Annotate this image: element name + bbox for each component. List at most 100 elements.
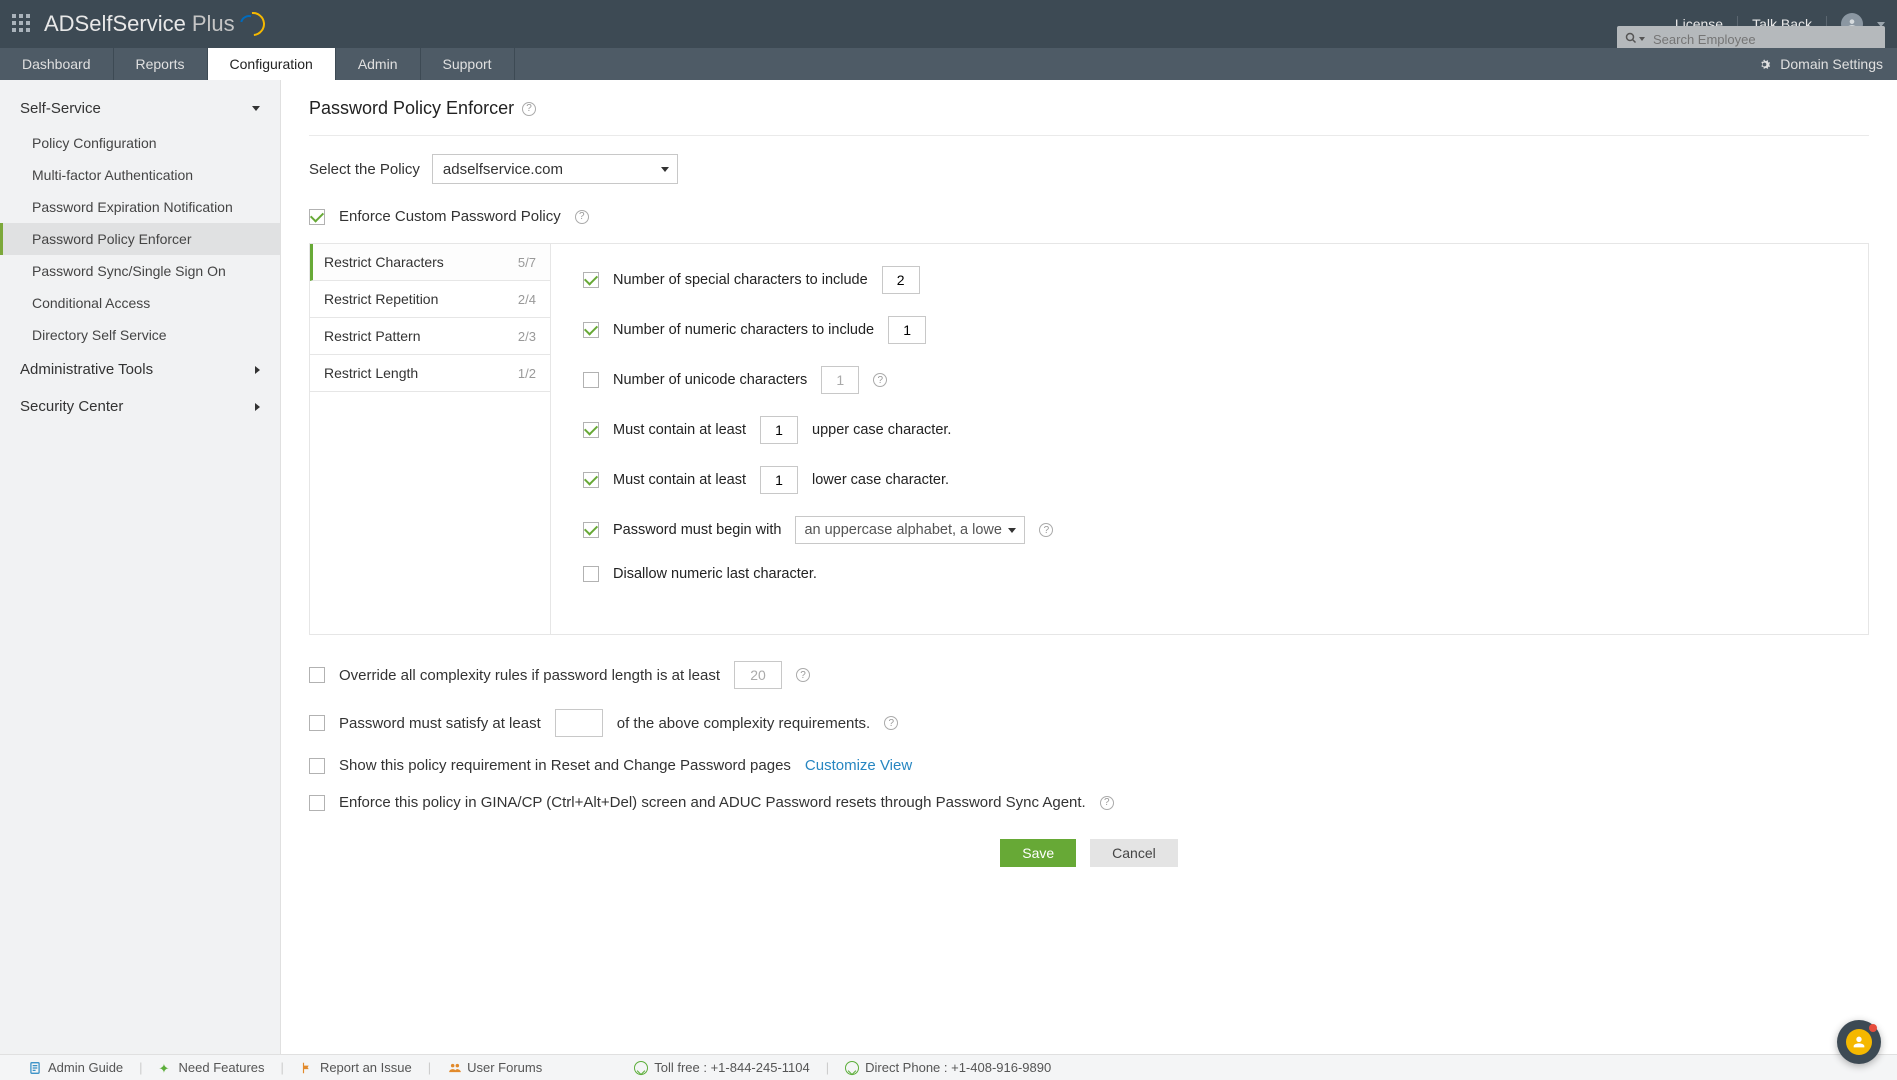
footer-admin-guide[interactable]: Admin Guide [18, 1060, 133, 1075]
sidebar-item-pwd-sync[interactable]: Password Sync/Single Sign On [0, 255, 280, 287]
save-button[interactable]: Save [1000, 839, 1076, 867]
vtab-restrict-length[interactable]: Restrict Length 1/2 [310, 355, 550, 392]
enforce-checkbox[interactable] [309, 209, 325, 225]
chk-special[interactable] [583, 272, 599, 288]
brand-plus: Plus [192, 11, 235, 37]
tab-support[interactable]: Support [421, 48, 515, 80]
help-icon[interactable]: ? [575, 210, 589, 224]
footer-report-issue[interactable]: Report an Issue [290, 1060, 422, 1075]
footer-tollfree: Toll free : +1-844-245-1104 [624, 1060, 820, 1075]
enforce-row: Enforce Custom Password Policy ? [309, 208, 1869, 225]
tab-admin[interactable]: Admin [336, 48, 421, 80]
doc-icon [28, 1061, 42, 1075]
help-icon[interactable]: ? [873, 373, 887, 387]
main-nav: Dashboard Reports Configuration Admin Su… [0, 48, 1897, 80]
select-policy-label: Select the Policy [309, 161, 420, 178]
chk-lower[interactable] [583, 472, 599, 488]
caret-right-icon [255, 366, 260, 374]
label-lower-pre: Must contain at least [613, 472, 746, 488]
input-override[interactable] [734, 661, 782, 689]
help-icon[interactable]: ? [884, 716, 898, 730]
search-scope-caret-icon[interactable] [1639, 37, 1645, 41]
topbar: ADSelfService Plus License Talk Back [0, 0, 1897, 48]
vtab-restrict-chars[interactable]: Restrict Characters 5/7 [310, 244, 550, 281]
begin-select[interactable]: an uppercase alphabet, a lowe [795, 516, 1025, 544]
sidebar-item-policy-config[interactable]: Policy Configuration [0, 127, 280, 159]
chk-unicode[interactable] [583, 372, 599, 388]
sidebar-item-conditional-access[interactable]: Conditional Access [0, 287, 280, 319]
enforce-label: Enforce Custom Password Policy [339, 208, 561, 225]
sidebar: Self-Service Policy Configuration Multi-… [0, 80, 281, 1054]
input-lower[interactable] [760, 466, 798, 494]
input-numeric[interactable] [888, 316, 926, 344]
phone-icon [845, 1061, 859, 1075]
vertical-tabs: Restrict Characters 5/7 Restrict Repetit… [310, 244, 551, 634]
chat-button[interactable] [1837, 1020, 1881, 1064]
customize-view-link[interactable]: Customize View [805, 757, 912, 774]
help-icon[interactable]: ? [522, 102, 536, 116]
chk-show-policy[interactable] [309, 758, 325, 774]
help-icon[interactable]: ? [1100, 796, 1114, 810]
vtab-restrict-pattern[interactable]: Restrict Pattern 2/3 [310, 318, 550, 355]
label-upper-pre: Must contain at least [613, 422, 746, 438]
sparkle-icon: ✦ [159, 1061, 173, 1075]
flag-icon [300, 1061, 314, 1075]
help-icon[interactable]: ? [796, 668, 810, 682]
chk-numeric[interactable] [583, 322, 599, 338]
footer-direct-phone: Direct Phone : +1-408-916-9890 [835, 1060, 1061, 1075]
label-satisfy-post: of the above complexity requirements. [617, 715, 870, 732]
sidebar-head-admin-tools[interactable]: Administrative Tools [0, 351, 280, 388]
input-satisfy[interactable] [555, 709, 603, 737]
restriction-panel: Restrict Characters 5/7 Restrict Repetit… [309, 243, 1869, 635]
chk-begin[interactable] [583, 522, 599, 538]
label-lower-post: lower case character. [812, 472, 949, 488]
chat-avatar-icon [1846, 1029, 1872, 1055]
input-upper[interactable] [760, 416, 798, 444]
policy-selected-value: adselfservice.com [443, 161, 563, 178]
tab-reports[interactable]: Reports [114, 48, 208, 80]
chk-upper[interactable] [583, 422, 599, 438]
begin-value: an uppercase alphabet, a lowe [804, 522, 1002, 538]
policy-select-row: Select the Policy adselfservice.com [309, 154, 1869, 184]
sidebar-item-directory-self-service[interactable]: Directory Self Service [0, 319, 280, 351]
caret-right-icon [255, 403, 260, 411]
cancel-button[interactable]: Cancel [1090, 839, 1178, 867]
domain-settings-label: Domain Settings [1780, 56, 1883, 72]
label-numeric: Number of numeric characters to include [613, 322, 874, 338]
vtab-restrict-rep[interactable]: Restrict Repetition 2/4 [310, 281, 550, 318]
input-unicode[interactable] [821, 366, 859, 394]
label-satisfy-pre: Password must satisfy at least [339, 715, 541, 732]
sidebar-head-security-center[interactable]: Security Center [0, 388, 280, 425]
gear-icon [1757, 57, 1772, 72]
chevron-down-icon [1008, 528, 1016, 533]
caret-down-icon [252, 106, 260, 111]
input-special[interactable] [882, 266, 920, 294]
sidebar-item-mfa[interactable]: Multi-factor Authentication [0, 159, 280, 191]
sidebar-item-pwd-policy[interactable]: Password Policy Enforcer [0, 223, 280, 255]
chk-disallow-last[interactable] [583, 566, 599, 582]
footer-need-features[interactable]: ✦ Need Features [149, 1060, 275, 1075]
label-unicode: Number of unicode characters [613, 372, 807, 388]
app-launcher-icon[interactable] [12, 14, 32, 34]
label-override: Override all complexity rules if passwor… [339, 667, 720, 684]
lower-options: Override all complexity rules if passwor… [309, 661, 1869, 811]
sidebar-item-pwd-expiry[interactable]: Password Expiration Notification [0, 191, 280, 223]
sidebar-head-self-service[interactable]: Self-Service [0, 90, 280, 127]
policy-select[interactable]: adselfservice.com [432, 154, 678, 184]
domain-settings-button[interactable]: Domain Settings [1743, 48, 1897, 80]
footer: Admin Guide | ✦ Need Features | Report a… [0, 1054, 1897, 1080]
brand-text: ADSelfService [44, 11, 186, 37]
label-disallow-last: Disallow numeric last character. [613, 566, 817, 582]
tab-configuration[interactable]: Configuration [208, 48, 336, 80]
help-icon[interactable]: ? [1039, 523, 1053, 537]
chk-gina[interactable] [309, 795, 325, 811]
content-area: Password Policy Enforcer ? Select the Po… [281, 80, 1897, 1054]
brand-logo: ADSelfService Plus [44, 10, 265, 38]
chk-satisfy[interactable] [309, 715, 325, 731]
tab-dashboard[interactable]: Dashboard [0, 48, 114, 80]
footer-user-forums[interactable]: User Forums [437, 1060, 552, 1075]
chevron-down-icon [653, 154, 677, 184]
search-input[interactable] [1653, 32, 1885, 47]
chk-override[interactable] [309, 667, 325, 683]
page-title: Password Policy Enforcer ? [309, 98, 1869, 119]
